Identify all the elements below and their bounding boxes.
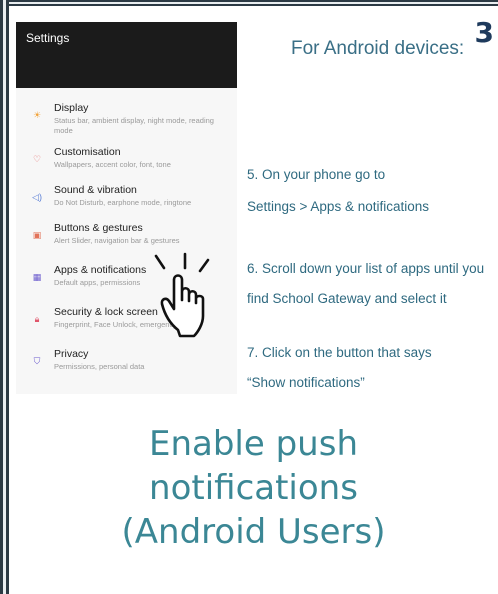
settings-item-subtitle: Permissions, personal data	[54, 362, 145, 371]
speaker-icon: ◁)	[32, 192, 42, 202]
settings-item-subtitle: Status bar, ambient display, night mode,…	[54, 116, 214, 135]
settings-header: Settings	[16, 22, 237, 88]
shield-icon: ⛉	[33, 356, 41, 366]
settings-item-title: Security & lock screen	[54, 306, 158, 318]
shirt-icon: ♡	[32, 154, 42, 164]
step-6-line-1: 6. Scroll down your list of apps until y…	[247, 261, 485, 276]
caption-line-2: notifications	[149, 468, 358, 508]
settings-item-subtitle: Alert Slider, navigation bar & gestures	[54, 236, 180, 245]
step-5-line-2: Settings > Apps & notifications	[247, 199, 429, 214]
settings-item-title: Buttons & gestures	[54, 222, 143, 234]
settings-item-title: Apps & notifications	[54, 264, 147, 276]
lock-icon: 🔒︎	[34, 314, 40, 324]
gesture-icon: ▣	[32, 230, 42, 240]
settings-item-title: Customisation	[54, 146, 121, 158]
settings-item-sound[interactable]: ◁) Sound & vibration Do Not Disturb, ear…	[16, 184, 237, 224]
step-6-line-2: find School Gateway and select it	[247, 291, 447, 306]
settings-item-privacy[interactable]: ⛉ Privacy Permissions, personal data	[16, 348, 237, 388]
settings-item-display[interactable]: ☀ Display Status bar, ambient display, n…	[16, 102, 237, 142]
slide-frame-top	[9, 0, 498, 6]
sun-icon: ☀	[32, 110, 42, 120]
slide-frame-left	[0, 0, 9, 594]
settings-title: Settings	[26, 31, 70, 45]
step-7-line-2: “Show notifications”	[247, 375, 365, 390]
settings-item-customisation[interactable]: ♡ Customisation Wallpapers, accent color…	[16, 146, 237, 186]
settings-item-subtitle: Do Not Disturb, earphone mode, ringtone	[54, 198, 192, 207]
instructions-heading: For Android devices:	[291, 38, 465, 59]
slide-caption: Enable push notifications (Android Users…	[9, 422, 498, 554]
slide-number: 3	[474, 16, 494, 49]
tap-hand-icon	[154, 252, 210, 338]
step-5-line-1: 5. On your phone go to	[247, 167, 386, 182]
settings-item-title: Privacy	[54, 348, 89, 360]
step-7-line-1: 7. Click on the button that says	[247, 345, 432, 360]
caption-line-3: (Android Users)	[121, 512, 386, 552]
settings-item-title: Sound & vibration	[54, 184, 137, 196]
grid-icon: ▦	[32, 272, 42, 282]
caption-line-1: Enable push	[148, 424, 358, 464]
settings-item-subtitle: Wallpapers, accent color, font, tone	[54, 160, 171, 169]
settings-item-title: Display	[54, 102, 89, 114]
